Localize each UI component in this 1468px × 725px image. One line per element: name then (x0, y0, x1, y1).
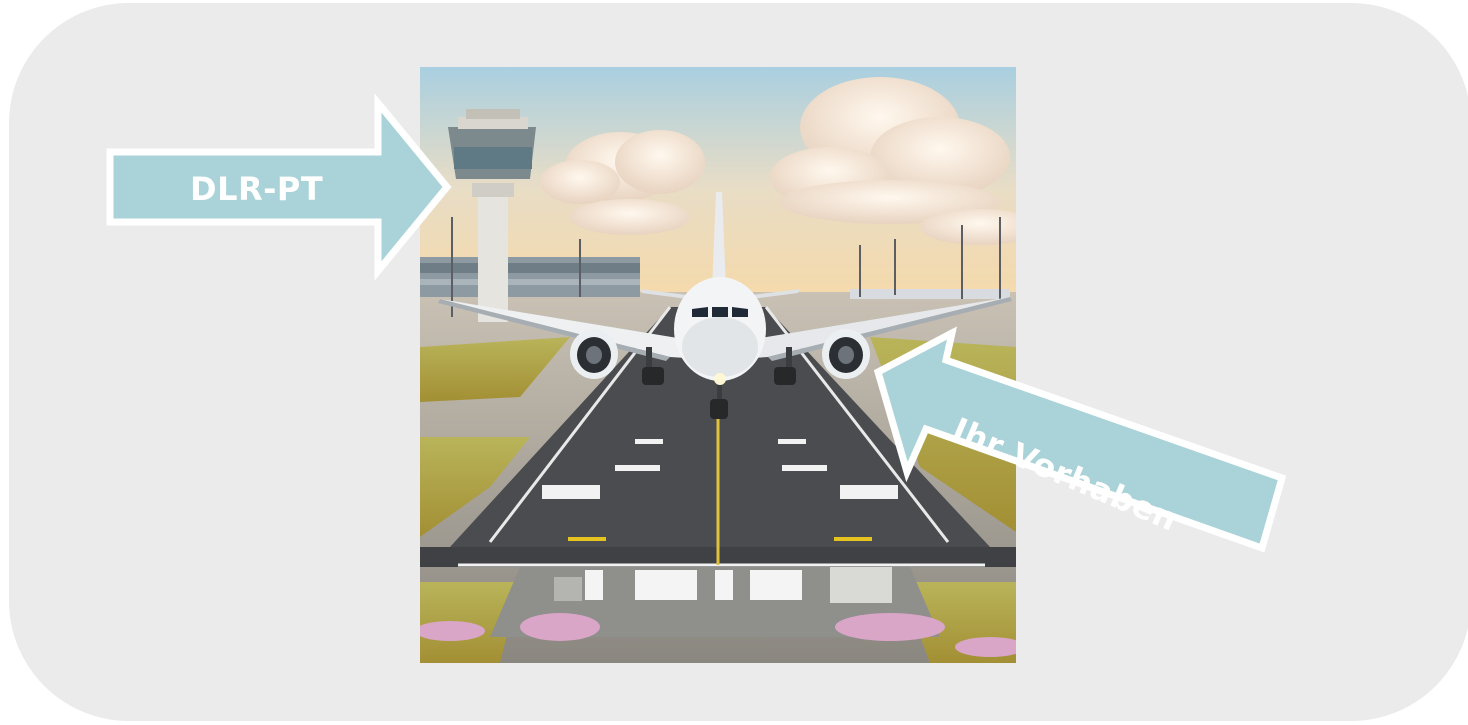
airport-runway-image (420, 67, 1016, 663)
dlr-pt-label: DLR-PT (190, 170, 324, 208)
